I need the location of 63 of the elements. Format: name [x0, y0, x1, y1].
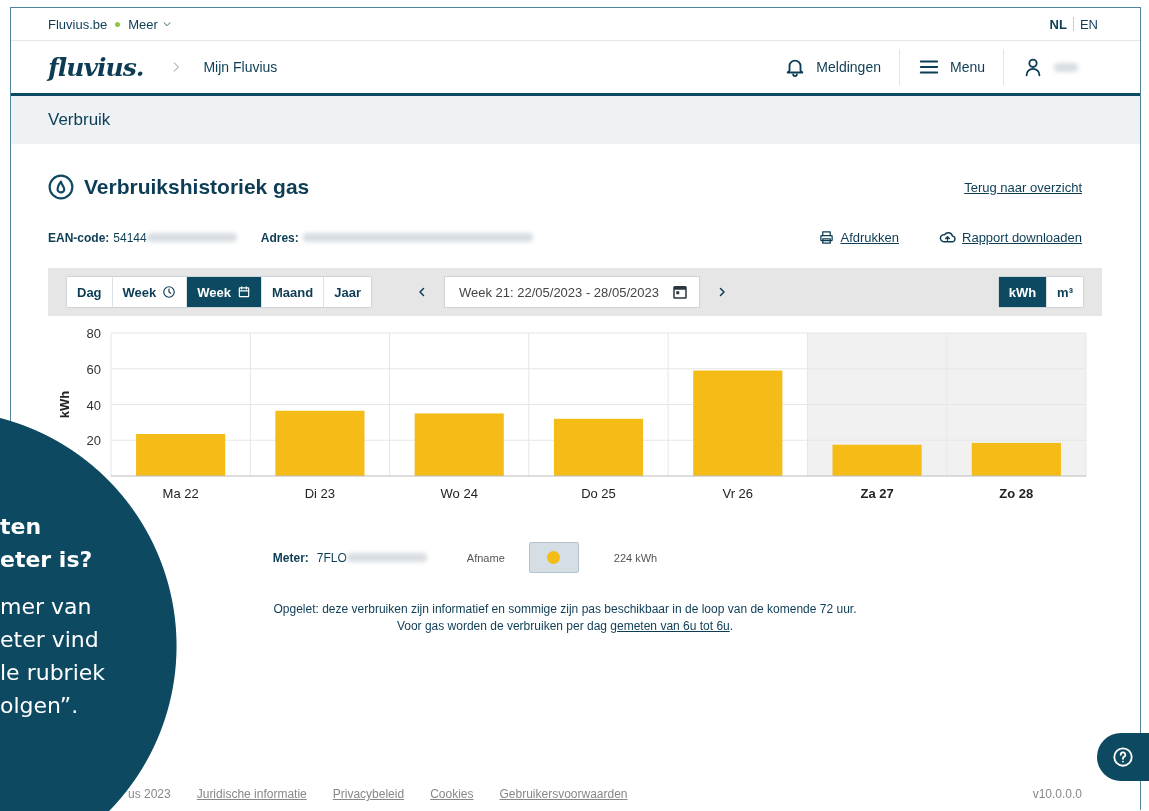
info-note: Opgelet: deze verbruiken zijn informatief en sommige zijn pas beschikbaar in de loop van de komende 72 uur. [273, 602, 857, 616]
copyright: us 2023 [128, 787, 171, 801]
footer-link[interactable]: Juridische informatie [196, 787, 307, 801]
notifications-button[interactable]: Meldingen [766, 56, 899, 78]
y-tick-label: 20 [86, 433, 101, 449]
language-link[interactable]: EN [1079, 16, 1098, 32]
x-tick-label: Zo 28 [999, 486, 1034, 501]
total-consumption: 224 kWh [613, 551, 658, 564]
period-tab[interactable]: Jaar [323, 277, 371, 307]
promo-heading-line: ten [0, 513, 43, 541]
y-tick-label: 60 [86, 361, 101, 377]
chevron-down-icon [161, 19, 172, 29]
info-note: Voor gas worden de verbruiken per dag gemeten van 6u tot 6u. [396, 619, 734, 633]
question-icon [1112, 746, 1134, 768]
unit-toggle[interactable]: kWh [998, 277, 1047, 307]
promo-text-line: mer van [0, 593, 93, 621]
language-link[interactable]: NL [1049, 16, 1067, 32]
redacted-name [1054, 62, 1078, 72]
download-link[interactable]: Rapport downloaden [939, 229, 1082, 246]
section-title: Verbruik [48, 110, 111, 130]
series-label: Afname [466, 551, 505, 564]
clock-icon [162, 285, 177, 299]
logo[interactable]: fluvius. [48, 52, 144, 82]
x-tick-label: Do 25 [581, 486, 616, 501]
meter-label: Meter: [272, 550, 309, 565]
ean-label: EAN-code: [48, 230, 110, 245]
footer-link[interactable]: Gebruikersvoorwaarden [499, 787, 628, 801]
printer-icon [819, 230, 835, 245]
print-link[interactable]: Afdrukken [819, 230, 899, 245]
date-range-field[interactable]: Week 21: 22/05/2023 - 28/05/2023 [443, 276, 700, 308]
menu-button[interactable]: Menu [899, 56, 1003, 78]
y-axis-title: kWh [57, 390, 72, 419]
separator-dot [115, 21, 121, 27]
page-title: Verbruikshistoriek gas [84, 175, 310, 199]
breadcrumb-link[interactable]: Mijn Fluvius [203, 59, 278, 75]
ean-value: 54144 [113, 230, 147, 245]
x-tick-label: Za 27 [860, 486, 894, 501]
promo-text-line: le rubriek [0, 659, 106, 687]
period-tab[interactable]: Week [186, 277, 262, 307]
more-menu[interactable]: Meer [128, 16, 172, 32]
calendar-icon[interactable] [670, 283, 689, 301]
meter-value: 7FLO [316, 550, 347, 565]
version-label: v10.0.0.0 [1032, 787, 1082, 801]
calendar-icon [237, 285, 252, 299]
help-button[interactable] [1097, 733, 1149, 781]
footer-link[interactable]: Cookies [430, 787, 474, 801]
footer-link[interactable]: Privacybeleid [332, 787, 405, 801]
unit-toggle[interactable]: m³ [1046, 277, 1083, 307]
x-tick-label: Wo 24 [440, 486, 478, 501]
promo-text-line: olgen”. [0, 692, 80, 720]
x-tick-label: Ma 22 [162, 486, 199, 501]
promo-heading-line: eter is? [0, 546, 94, 574]
x-tick-label: Di 23 [304, 486, 336, 501]
y-tick-label: 40 [86, 397, 101, 413]
measurement-link[interactable]: gemeten van 6u tot 6u [610, 619, 730, 633]
y-tick-label: 80 [86, 326, 101, 341]
x-tick-label: Vr 26 [722, 486, 754, 501]
address-label: Adres: [260, 230, 299, 245]
site-link[interactable]: Fluvius.be [48, 16, 108, 32]
promo-text-line: eter vind [0, 626, 100, 654]
date-range-value: Week 21: 22/05/2023 - 28/05/2023 [458, 284, 659, 300]
back-link[interactable]: Terug naar overzicht [964, 179, 1082, 195]
series-toggle[interactable] [528, 542, 579, 573]
